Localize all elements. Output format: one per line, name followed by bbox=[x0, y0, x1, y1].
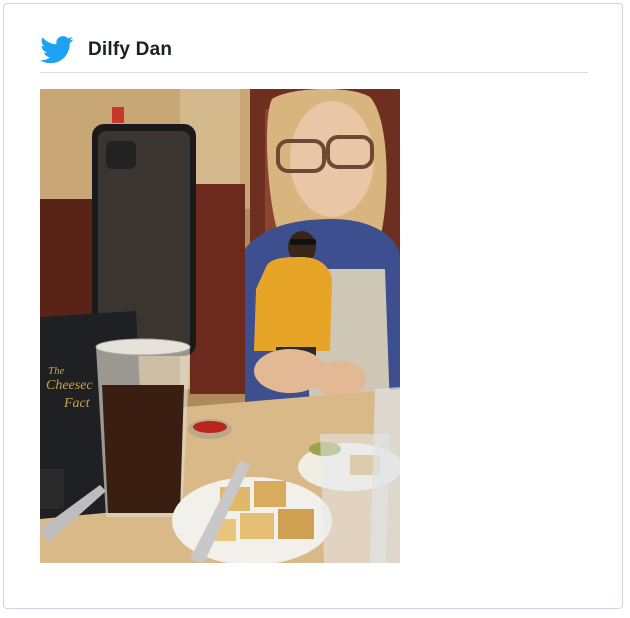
menu-logo-line1: The bbox=[48, 365, 65, 377]
menu-logo-line3: Fact bbox=[63, 396, 91, 411]
tweet-photo[interactable]: The Cheesec Fact bbox=[40, 89, 400, 563]
twitter-bird-icon[interactable] bbox=[40, 36, 74, 64]
header-divider bbox=[40, 72, 588, 73]
author-name[interactable]: Dilfy Dan bbox=[88, 39, 172, 61]
tweet-card: Dilfy Dan The Cheesec Fact bbox=[3, 3, 623, 609]
menu-logo-line2: Cheesec bbox=[46, 378, 93, 393]
tweet-header: Dilfy Dan bbox=[40, 28, 588, 72]
